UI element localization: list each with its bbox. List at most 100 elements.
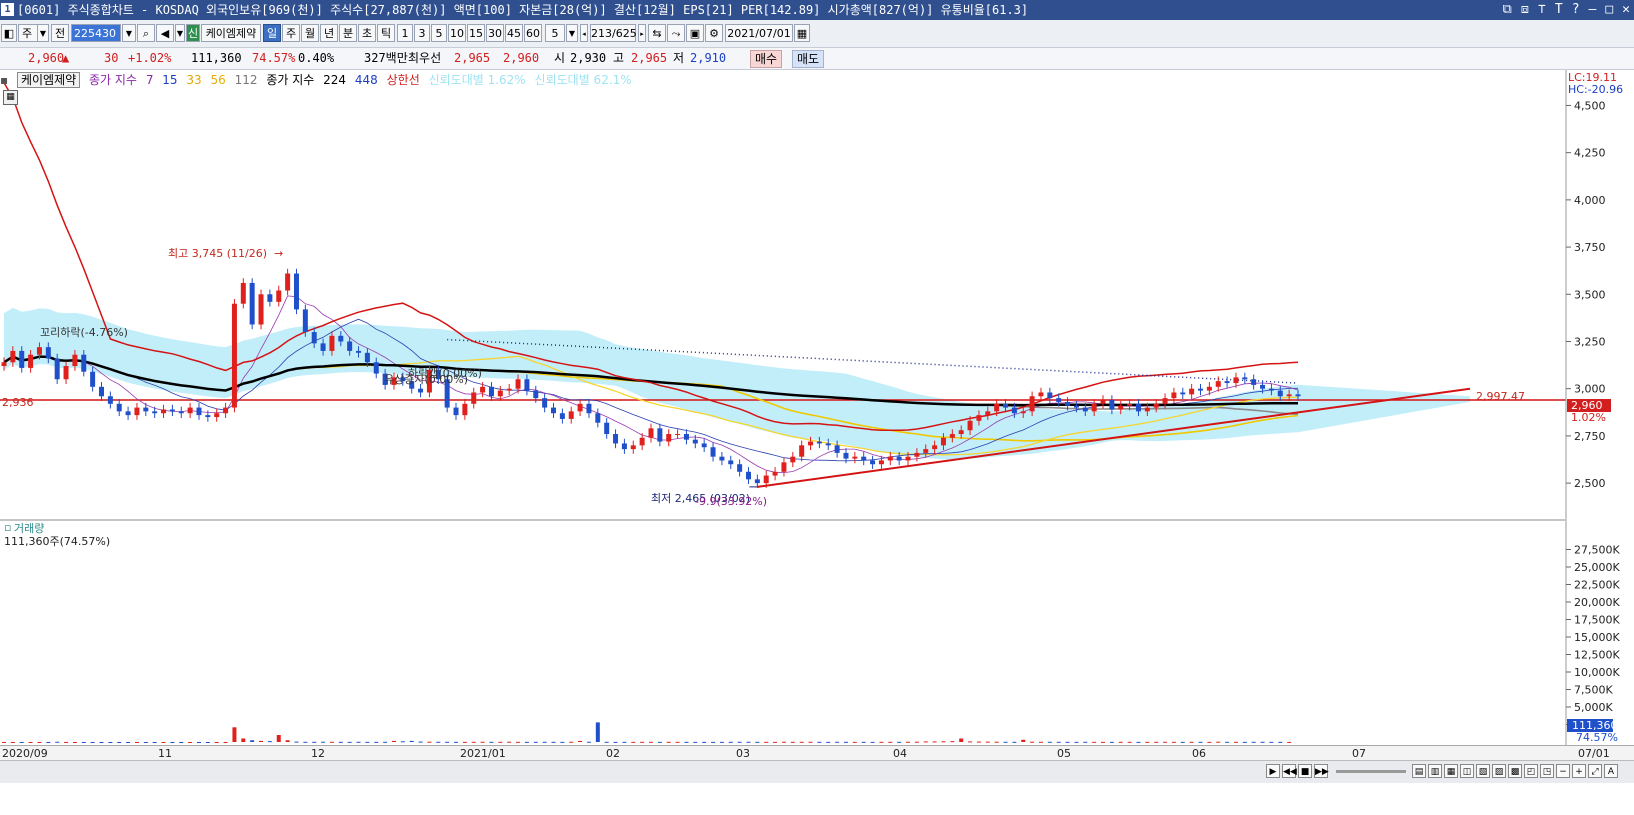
candle-body [338,335,344,342]
high-label: 고 [613,51,625,65]
interval-3[interactable]: 3 [414,24,430,42]
interval-1[interactable]: 1 [397,24,413,42]
view-icon-1[interactable]: ▤ [1412,764,1426,778]
interval-30[interactable]: 30 [486,24,504,42]
candle-body [1180,392,1186,395]
pin-icon[interactable]: ⊤ [1538,0,1546,20]
view-icon-8[interactable]: ◰ [1524,764,1538,778]
count-dropdown-icon[interactable]: ▼ [566,24,578,42]
close-button[interactable]: ✕ [1622,0,1630,20]
volume-bar [134,741,139,743]
candle-body [586,403,592,414]
volume-bar [259,740,264,742]
calendar-icon[interactable]: ▦ [794,24,810,42]
tool-arrows-icon[interactable]: ⇆ [648,24,666,42]
help-icon[interactable]: ? [1572,0,1580,20]
volume-bar [613,741,618,743]
zoom-in-icon[interactable]: + [1572,764,1586,778]
candle-body [542,398,548,408]
view-icon-3[interactable]: ▦ [1444,764,1458,778]
scroll-right-icon[interactable]: ▶ [1266,764,1280,778]
candle-body [870,460,876,465]
candle-body [595,413,601,423]
period-week[interactable]: 주 [282,24,300,42]
market-dropdown-icon[interactable]: ▼ [37,24,49,42]
volume-tag-pct: 74.57% [1576,731,1618,744]
view-icon-4[interactable]: ◫ [1460,764,1474,778]
view-icon-6[interactable]: ▨ [1492,764,1506,778]
volume-bar [640,741,645,743]
forward-icon[interactable]: ▶▶ [1314,764,1329,778]
code-input[interactable]: 225430 [71,24,121,42]
candle-body [976,415,982,421]
save-icon[interactable]: ▣ [686,24,704,42]
legend-ma1-112: 112 [234,73,258,87]
candle-body [621,443,627,450]
interval-5[interactable]: 5 [431,24,447,42]
candle-body [985,411,991,416]
interval-15[interactable]: 15 [467,24,485,42]
page-left-icon[interactable]: ◂ [580,24,588,42]
candle-body [1224,381,1230,384]
interval-10[interactable]: 10 [448,24,466,42]
price-change: 30 [104,51,119,65]
candle-body [214,413,220,418]
search-icon[interactable]: ⌕ [137,24,155,42]
candle-body [657,428,663,442]
view-icon-7[interactable]: ▩ [1508,764,1522,778]
auto-icon[interactable]: A [1604,764,1618,778]
page-right-icon[interactable]: ▸ [638,24,646,42]
stock-name-field[interactable]: 케이엠제약 [201,24,261,42]
chart-menu-icon[interactable]: ◧ [1,24,17,42]
volume-bar [985,741,990,743]
tool-line-icon[interactable]: ⤳ [667,24,685,42]
view-icon-9[interactable]: ◳ [1540,764,1554,778]
status-bar: ▶ ◀◀ ■ ▶▶ ▤ ▥ ▦ ◫ ▧ ▨ ▩ ◰ ◳ − + ⤢ A [0,760,1634,783]
volume-bar [391,740,396,742]
settings-icon[interactable]: ⚙ [705,24,723,42]
code-dropdown-icon[interactable]: ▼ [122,24,136,42]
minimize-button[interactable]: — [1589,0,1597,20]
link-icon[interactable]: ⧉ [1502,0,1511,20]
zoom-slider[interactable] [1336,770,1406,773]
volume-bar [489,741,494,743]
sell-button[interactable]: 매도 [792,50,825,68]
chart-tool-icon[interactable]: ▦ [3,90,18,105]
maximize-button[interactable]: □ [1605,0,1613,20]
period-tick[interactable]: 틱 [377,24,395,42]
legend-ma1-33: 33 [186,73,202,87]
speaker-icon[interactable]: ◀ [156,24,174,42]
candle-body [878,460,884,465]
cascade-icon[interactable]: ⧈ [1521,0,1529,20]
stop-icon[interactable]: ■ [1298,764,1312,778]
legend-stock-name[interactable]: 케이엠제약 [16,72,81,88]
fullscreen-icon[interactable]: ⤢ [1588,764,1602,778]
prev-button[interactable]: 전 [51,24,69,42]
speaker-dropdown-icon[interactable]: ▼ [175,24,185,42]
buy-button[interactable]: 매수 [750,50,783,68]
volume-bar [28,741,33,743]
interval-60[interactable]: 60 [524,24,542,42]
candle-body [1038,392,1044,397]
font-icon[interactable]: T [1555,0,1563,20]
volume-bar [1038,741,1043,743]
candle-body [949,434,955,438]
candle-body [1233,377,1239,384]
period-minute[interactable]: 분 [339,24,357,42]
view-icon-2[interactable]: ▥ [1428,764,1442,778]
period-day[interactable]: 일 [263,24,281,42]
candle-body [54,358,60,380]
period-year[interactable]: 년 [320,24,338,42]
rewind-icon[interactable]: ◀◀ [1282,764,1297,778]
count-input[interactable]: 5 [545,24,565,42]
chart-area[interactable]: 4,500 4,250 4,000 3,750 3,500 3,250 3,000 2,750… [0,70,1634,745]
candle-body [648,428,654,438]
period-second[interactable]: 초 [358,24,376,42]
view-icon-5[interactable]: ▧ [1476,764,1490,778]
interval-45[interactable]: 45 [505,24,523,42]
candle-body [1020,411,1026,414]
zoom-out-icon[interactable]: − [1556,764,1570,778]
date-input[interactable]: 2021/07/01 [725,24,793,42]
period-month[interactable]: 월 [301,24,319,42]
x-label-apr: 04 [893,747,907,760]
